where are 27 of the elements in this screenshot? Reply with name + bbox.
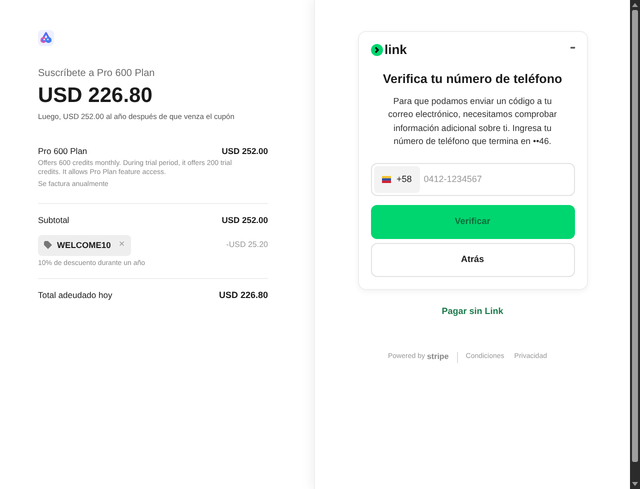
item-name: Pro 600 Plan (38, 144, 88, 158)
subtotal-value: USD 252.00 (222, 214, 268, 226)
country-code[interactable]: +58 (396, 172, 412, 186)
stripe-wordmark: stripe (426, 351, 449, 364)
phone-input[interactable]: 0412-1234567 (424, 172, 572, 186)
coupon-code: WELCOME10 (57, 238, 111, 252)
dialog-title: Verifica tu número de teléfono (382, 71, 564, 88)
due-label: Total adeudado hoy (38, 289, 112, 302)
scrollbar-thumb[interactable] (632, 10, 638, 462)
scroll-down-icon[interactable] (632, 482, 638, 487)
flag-icon (382, 176, 390, 183)
phone-field[interactable]: +58 0412-1234567 (370, 162, 574, 196)
back-button[interactable]: Atrás (370, 242, 574, 277)
plan-subtitle: Suscríbete a Pro 600 Plan (38, 67, 156, 81)
link-logo-icon (370, 44, 382, 56)
item-price: USD 252.00 (222, 144, 268, 158)
due-value: USD 226.80 (218, 289, 268, 302)
link-brand: link (384, 43, 407, 56)
pay-without-link[interactable]: Pagar sin Link (442, 304, 504, 318)
dialog-message: Para que podamos enviar un código a tu correo electrónico, necesitamos comprobar información adicional sobre ti. Ingresa tu número de teléfono que termina en ••46. (387, 94, 558, 148)
total-price: USD 226.80 (38, 83, 154, 109)
scroll-up-icon[interactable] (632, 2, 638, 7)
tag-icon (44, 241, 52, 249)
subtotal-label: Subtotal (38, 214, 70, 226)
logo-icon (38, 30, 54, 46)
scrollbar[interactable] (630, 0, 640, 489)
discount-value: -USD 25.20 (226, 239, 268, 251)
